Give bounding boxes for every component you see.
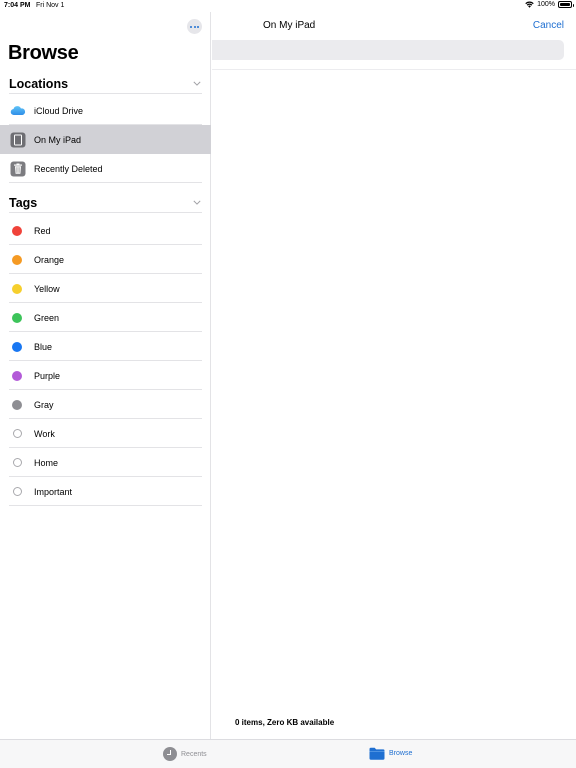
tag-color-dot-icon xyxy=(12,225,22,236)
sidebar: Browse Locations iCloud Drive On My iPad xyxy=(0,12,211,739)
clock-icon xyxy=(163,747,177,761)
tab-recents[interactable]: Recents xyxy=(163,747,207,761)
tag-color-dot-icon xyxy=(12,458,22,467)
sidebar-tag-blue[interactable]: Blue xyxy=(0,332,211,361)
tag-color-dot-icon xyxy=(12,429,22,438)
tab-label: Browse xyxy=(389,750,413,757)
status-date: Fri Nov 1 xyxy=(36,2,65,9)
sidebar-title: Browse xyxy=(8,42,79,64)
more-options-button[interactable] xyxy=(187,19,202,34)
sidebar-item-label: On My iPad xyxy=(34,134,82,145)
tag-color-dot-icon xyxy=(12,370,22,381)
tags-section-header[interactable]: Tags xyxy=(9,193,202,213)
tag-color-dot-icon xyxy=(12,399,22,410)
search-input[interactable] xyxy=(212,40,564,60)
divider xyxy=(212,69,576,70)
tag-color-dot-icon xyxy=(12,341,22,352)
tab-label: Recents xyxy=(181,750,207,758)
ipad-icon xyxy=(10,132,26,148)
sidebar-tag-home[interactable]: Home xyxy=(0,448,211,477)
cancel-button[interactable]: Cancel xyxy=(533,20,564,31)
status-bar: 7:04 PM Fri Nov 1 100% xyxy=(0,0,576,12)
tag-label: Yellow xyxy=(34,283,60,294)
sidebar-tag-yellow[interactable]: Yellow xyxy=(0,274,211,303)
chevron-down-icon xyxy=(193,200,201,205)
storage-info: 0 items, Zero KB available xyxy=(235,718,335,727)
sidebar-item-recently-deleted[interactable]: Recently Deleted xyxy=(0,154,211,183)
tag-label: Blue xyxy=(34,341,53,352)
page-title: On My iPad xyxy=(263,20,316,31)
locations-header-label: Locations xyxy=(9,76,69,91)
tag-color-dot-icon xyxy=(12,283,22,294)
sidebar-item-on-my-ipad[interactable]: On My iPad xyxy=(0,125,211,154)
sidebar-tag-orange[interactable]: Orange xyxy=(0,245,211,274)
sidebar-item-icloud-drive[interactable]: iCloud Drive xyxy=(0,96,211,125)
tag-label: Gray xyxy=(34,399,54,410)
sidebar-tag-purple[interactable]: Purple xyxy=(0,361,211,390)
status-time: 7:04 PM xyxy=(4,2,31,9)
tag-label: Red xyxy=(34,225,51,236)
folder-icon xyxy=(369,747,385,760)
tag-color-dot-icon xyxy=(12,254,22,265)
locations-section-header[interactable]: Locations xyxy=(9,74,202,94)
battery-percent: 100% xyxy=(537,1,555,8)
status-indicators: 100% xyxy=(525,1,574,8)
tag-label: Home xyxy=(34,457,59,468)
tag-label: Orange xyxy=(34,254,65,265)
battery-icon xyxy=(558,1,574,8)
main-pane: On My iPad Cancel 0 items, Zero KB avail… xyxy=(212,12,576,739)
tab-bar: Recents Browse xyxy=(0,739,576,768)
tag-color-dot-icon xyxy=(12,312,22,323)
trash-icon xyxy=(10,161,26,177)
sidebar-tag-important[interactable]: Important xyxy=(0,477,211,506)
tags-header-label: Tags xyxy=(9,195,38,210)
chevron-down-icon xyxy=(193,81,201,86)
tab-browse[interactable]: Browse xyxy=(369,747,412,760)
sidebar-tag-red[interactable]: Red xyxy=(0,216,211,245)
ellipsis-icon xyxy=(190,25,193,28)
tag-label: Purple xyxy=(34,370,61,381)
wifi-icon xyxy=(525,1,534,8)
tag-label: Work xyxy=(34,428,55,439)
sidebar-tag-work[interactable]: Work xyxy=(0,419,211,448)
sidebar-tag-green[interactable]: Green xyxy=(0,303,211,332)
tag-label: Important xyxy=(34,486,73,497)
sidebar-tag-gray[interactable]: Gray xyxy=(0,390,211,419)
tag-label: Green xyxy=(34,312,60,323)
icloud-icon xyxy=(10,103,26,119)
sidebar-item-label: iCloud Drive xyxy=(34,105,84,116)
sidebar-item-label: Recently Deleted xyxy=(34,163,103,174)
tag-color-dot-icon xyxy=(12,487,22,496)
